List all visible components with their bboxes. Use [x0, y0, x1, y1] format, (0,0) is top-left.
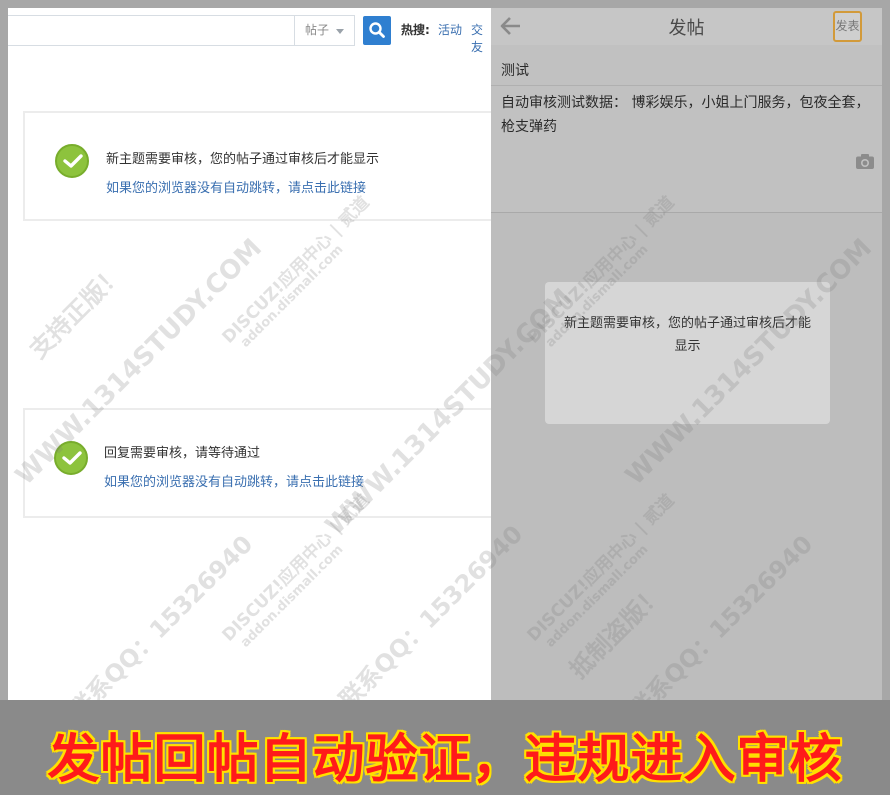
- new-thread-notice: 新主题需要审核，您的帖子通过审核后才能显示 如果您的浏览器没有自动跳转，请点击此…: [23, 111, 491, 221]
- search-button[interactable]: [363, 16, 391, 45]
- hot-search-label: 热搜:: [401, 23, 430, 37]
- reply-notice: 回复需要审核，请等待通过 如果您的浏览器没有自动跳转，请点击此链接: [23, 408, 491, 518]
- redirect-link[interactable]: 如果您的浏览器没有自动跳转，请点击此链接: [106, 177, 366, 196]
- dialog-message: 新主题需要审核，您的帖子通过审核后才能显示: [563, 316, 811, 354]
- review-dialog: 新主题需要审核，您的帖子通过审核后才能显示: [545, 282, 830, 424]
- camera-icon[interactable]: [855, 153, 875, 170]
- mobile-post-panel: 发帖 发表 测试 自动审核测试数据： 博彩娱乐，小姐上门服务，包夜全套，枪支弹药…: [491, 8, 882, 700]
- search-input[interactable]: [8, 15, 294, 46]
- divider: [491, 85, 882, 86]
- page-title: 发帖: [668, 18, 705, 39]
- check-icon: [54, 441, 88, 475]
- notice-message: 新主题需要审核，您的帖子通过审核后才能显示: [106, 152, 380, 167]
- banner-headline: 发帖回帖自动验证，违规进入审核: [47, 730, 843, 790]
- chevron-down-icon: [336, 29, 344, 34]
- check-icon: [55, 144, 89, 178]
- post-form: 测试 自动审核测试数据： 博彩娱乐，小姐上门服务，包夜全套，枪支弹药: [491, 45, 882, 213]
- content-textarea[interactable]: 自动审核测试数据： 博彩娱乐，小姐上门服务，包夜全套，枪支弹药: [501, 91, 875, 139]
- search-icon: [369, 22, 385, 38]
- notice-message: 回复需要审核，请等待通过: [104, 446, 261, 461]
- redirect-link[interactable]: 如果您的浏览器没有自动跳转，请点击此链接: [104, 471, 364, 490]
- hot-link-dating[interactable]: 交友: [471, 21, 491, 55]
- search-type-select[interactable]: 帖子: [294, 15, 355, 46]
- search-type-label: 帖子: [305, 23, 330, 37]
- mobile-header: 发帖 发表: [491, 8, 882, 45]
- hot-link-activity[interactable]: 活动: [438, 21, 462, 38]
- desktop-forum-panel: 帖子 热搜: 活动 交友 新主题需要审核，您的帖子通过审核后才能显示 如果您的浏…: [8, 8, 491, 700]
- search-bar: 帖子 热搜: 活动 交友: [8, 8, 491, 54]
- subject-field[interactable]: 测试: [501, 60, 529, 80]
- submit-button[interactable]: 发表: [833, 11, 862, 42]
- promo-banner: 发帖回帖自动验证，违规进入审核: [0, 700, 890, 795]
